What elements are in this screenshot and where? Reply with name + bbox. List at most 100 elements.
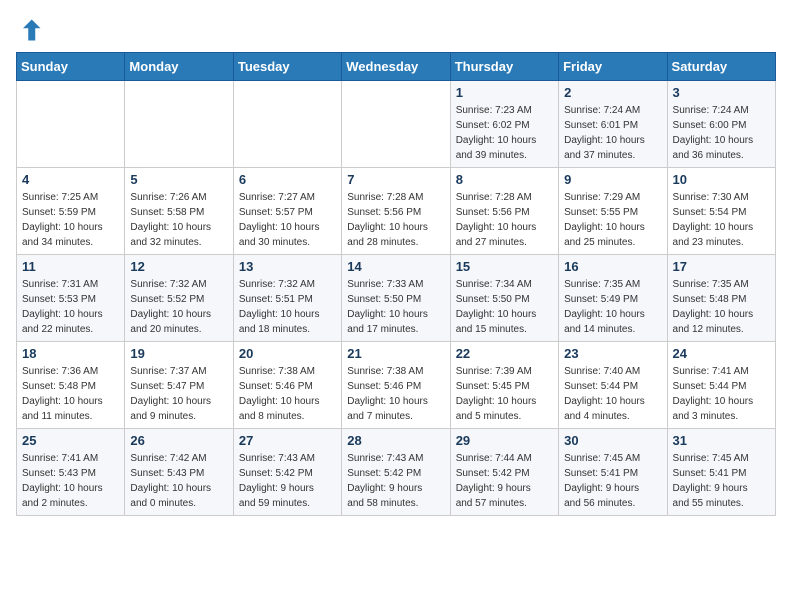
week-row-4: 18Sunrise: 7:36 AM Sunset: 5:48 PM Dayli… bbox=[17, 342, 776, 429]
day-number: 5 bbox=[130, 172, 227, 187]
calendar-cell bbox=[233, 81, 341, 168]
day-number: 22 bbox=[456, 346, 553, 361]
calendar-cell: 30Sunrise: 7:45 AM Sunset: 5:41 PM Dayli… bbox=[559, 429, 667, 516]
calendar-cell: 6 Sunrise: 7:27 AM Sunset: 5:57 PM Daylig… bbox=[233, 168, 341, 255]
calendar-cell: 5 Sunrise: 7:26 AM Sunset: 5:58 PM Daylig… bbox=[125, 168, 233, 255]
day-number: 2 bbox=[564, 85, 661, 100]
day-info: Sunrise: 7:33 AM Sunset: 5:50 PM Dayligh… bbox=[347, 277, 444, 337]
day-number: 9 bbox=[564, 172, 661, 187]
day-number: 15 bbox=[456, 259, 553, 274]
calendar-cell: 10 Sunrise: 7:30 AM Sunset: 5:54 PM Dayli… bbox=[667, 168, 775, 255]
calendar-cell: 4Sunrise: 7:25 AM Sunset: 5:59 PM Daylig… bbox=[17, 168, 125, 255]
day-number: 19 bbox=[130, 346, 227, 361]
day-number: 24 bbox=[673, 346, 770, 361]
day-info: Sunrise: 7:35 AM Sunset: 5:48 PM Dayligh… bbox=[673, 277, 770, 337]
calendar-cell: 14 Sunrise: 7:33 AM Sunset: 5:50 PM Dayli… bbox=[342, 255, 450, 342]
week-row-2: 4Sunrise: 7:25 AM Sunset: 5:59 PM Daylig… bbox=[17, 168, 776, 255]
day-info: Sunrise: 7:30 AM Sunset: 5:54 PM Dayligh… bbox=[673, 190, 770, 250]
calendar-cell: 24 Sunrise: 7:41 AM Sunset: 5:44 PM Dayli… bbox=[667, 342, 775, 429]
weekday-header-saturday: Saturday bbox=[667, 53, 775, 81]
calendar-cell: 22Sunrise: 7:39 AM Sunset: 5:45 PM Dayli… bbox=[450, 342, 558, 429]
day-info: Sunrise: 7:27 AM Sunset: 5:57 PM Dayligh… bbox=[239, 190, 336, 250]
calendar-cell: 16Sunrise: 7:35 AM Sunset: 5:49 PM Dayli… bbox=[559, 255, 667, 342]
day-info: Sunrise: 7:24 AM Sunset: 6:00 PM Dayligh… bbox=[673, 103, 770, 163]
day-info: Sunrise: 7:44 AM Sunset: 5:42 PM Dayligh… bbox=[456, 451, 553, 511]
day-info: Sunrise: 7:28 AM Sunset: 5:56 PM Dayligh… bbox=[456, 190, 553, 250]
day-number: 11 bbox=[22, 259, 119, 274]
calendar-cell: 23Sunrise: 7:40 AM Sunset: 5:44 PM Dayli… bbox=[559, 342, 667, 429]
day-number: 7 bbox=[347, 172, 444, 187]
day-info: Sunrise: 7:23 AM Sunset: 6:02 PM Dayligh… bbox=[456, 103, 553, 163]
calendar-cell: 27 Sunrise: 7:43 AM Sunset: 5:42 PM Dayli… bbox=[233, 429, 341, 516]
day-number: 16 bbox=[564, 259, 661, 274]
day-number: 1 bbox=[456, 85, 553, 100]
day-number: 26 bbox=[130, 433, 227, 448]
calendar-cell: 8 Sunrise: 7:28 AM Sunset: 5:56 PM Daylig… bbox=[450, 168, 558, 255]
day-number: 4 bbox=[22, 172, 119, 187]
day-info: Sunrise: 7:40 AM Sunset: 5:44 PM Dayligh… bbox=[564, 364, 661, 424]
week-row-1: 1 Sunrise: 7:23 AM Sunset: 6:02 PM Daylig… bbox=[17, 81, 776, 168]
calendar-cell: 11 Sunrise: 7:31 AM Sunset: 5:53 PM Dayli… bbox=[17, 255, 125, 342]
calendar-table: SundayMondayTuesdayWednesdayThursdayFrid… bbox=[16, 52, 776, 516]
logo bbox=[16, 16, 48, 44]
day-number: 25 bbox=[22, 433, 119, 448]
day-number: 12 bbox=[130, 259, 227, 274]
day-info: Sunrise: 7:45 AM Sunset: 5:41 PM Dayligh… bbox=[673, 451, 770, 511]
day-number: 6 bbox=[239, 172, 336, 187]
day-number: 21 bbox=[347, 346, 444, 361]
calendar-cell: 2 Sunrise: 7:24 AM Sunset: 6:01 PM Daylig… bbox=[559, 81, 667, 168]
day-info: Sunrise: 7:38 AM Sunset: 5:46 PM Dayligh… bbox=[347, 364, 444, 424]
day-number: 13 bbox=[239, 259, 336, 274]
calendar-cell: 1 Sunrise: 7:23 AM Sunset: 6:02 PM Daylig… bbox=[450, 81, 558, 168]
day-number: 27 bbox=[239, 433, 336, 448]
calendar-cell bbox=[125, 81, 233, 168]
day-info: Sunrise: 7:32 AM Sunset: 5:52 PM Dayligh… bbox=[130, 277, 227, 337]
calendar-cell: 3Sunrise: 7:24 AM Sunset: 6:00 PM Daylig… bbox=[667, 81, 775, 168]
day-info: Sunrise: 7:31 AM Sunset: 5:53 PM Dayligh… bbox=[22, 277, 119, 337]
calendar-cell: 28 Sunrise: 7:43 AM Sunset: 5:42 PM Dayli… bbox=[342, 429, 450, 516]
logo-icon bbox=[16, 16, 44, 44]
weekday-header-sunday: Sunday bbox=[17, 53, 125, 81]
day-info: Sunrise: 7:28 AM Sunset: 5:56 PM Dayligh… bbox=[347, 190, 444, 250]
day-number: 18 bbox=[22, 346, 119, 361]
calendar-cell: 9 Sunrise: 7:29 AM Sunset: 5:55 PM Daylig… bbox=[559, 168, 667, 255]
calendar-cell: 7 Sunrise: 7:28 AM Sunset: 5:56 PM Daylig… bbox=[342, 168, 450, 255]
calendar-cell: 19 Sunrise: 7:37 AM Sunset: 5:47 PM Dayli… bbox=[125, 342, 233, 429]
day-info: Sunrise: 7:43 AM Sunset: 5:42 PM Dayligh… bbox=[347, 451, 444, 511]
page-header bbox=[16, 16, 776, 44]
day-info: Sunrise: 7:34 AM Sunset: 5:50 PM Dayligh… bbox=[456, 277, 553, 337]
day-info: Sunrise: 7:32 AM Sunset: 5:51 PM Dayligh… bbox=[239, 277, 336, 337]
calendar-cell: 15 Sunrise: 7:34 AM Sunset: 5:50 PM Dayli… bbox=[450, 255, 558, 342]
weekday-header-tuesday: Tuesday bbox=[233, 53, 341, 81]
day-number: 20 bbox=[239, 346, 336, 361]
day-number: 8 bbox=[456, 172, 553, 187]
calendar-cell bbox=[17, 81, 125, 168]
day-info: Sunrise: 7:42 AM Sunset: 5:43 PM Dayligh… bbox=[130, 451, 227, 511]
weekday-header-monday: Monday bbox=[125, 53, 233, 81]
day-info: Sunrise: 7:45 AM Sunset: 5:41 PM Dayligh… bbox=[564, 451, 661, 511]
calendar-cell: 31 Sunrise: 7:45 AM Sunset: 5:41 PM Dayli… bbox=[667, 429, 775, 516]
calendar-cell: 12 Sunrise: 7:32 AM Sunset: 5:52 PM Dayli… bbox=[125, 255, 233, 342]
day-info: Sunrise: 7:24 AM Sunset: 6:01 PM Dayligh… bbox=[564, 103, 661, 163]
weekday-header-wednesday: Wednesday bbox=[342, 53, 450, 81]
calendar-cell: 13 Sunrise: 7:32 AM Sunset: 5:51 PM Dayli… bbox=[233, 255, 341, 342]
day-info: Sunrise: 7:41 AM Sunset: 5:43 PM Dayligh… bbox=[22, 451, 119, 511]
calendar-cell bbox=[342, 81, 450, 168]
day-info: Sunrise: 7:38 AM Sunset: 5:46 PM Dayligh… bbox=[239, 364, 336, 424]
day-info: Sunrise: 7:43 AM Sunset: 5:42 PM Dayligh… bbox=[239, 451, 336, 511]
day-number: 14 bbox=[347, 259, 444, 274]
day-number: 10 bbox=[673, 172, 770, 187]
day-info: Sunrise: 7:26 AM Sunset: 5:58 PM Dayligh… bbox=[130, 190, 227, 250]
calendar-cell: 26 Sunrise: 7:42 AM Sunset: 5:43 PM Dayli… bbox=[125, 429, 233, 516]
day-number: 31 bbox=[673, 433, 770, 448]
day-number: 28 bbox=[347, 433, 444, 448]
day-info: Sunrise: 7:41 AM Sunset: 5:44 PM Dayligh… bbox=[673, 364, 770, 424]
day-info: Sunrise: 7:29 AM Sunset: 5:55 PM Dayligh… bbox=[564, 190, 661, 250]
calendar-cell: 18Sunrise: 7:36 AM Sunset: 5:48 PM Dayli… bbox=[17, 342, 125, 429]
day-number: 17 bbox=[673, 259, 770, 274]
weekday-header-row: SundayMondayTuesdayWednesdayThursdayFrid… bbox=[17, 53, 776, 81]
day-info: Sunrise: 7:37 AM Sunset: 5:47 PM Dayligh… bbox=[130, 364, 227, 424]
week-row-5: 25 Sunrise: 7:41 AM Sunset: 5:43 PM Dayli… bbox=[17, 429, 776, 516]
calendar-cell: 20 Sunrise: 7:38 AM Sunset: 5:46 PM Dayli… bbox=[233, 342, 341, 429]
weekday-header-friday: Friday bbox=[559, 53, 667, 81]
